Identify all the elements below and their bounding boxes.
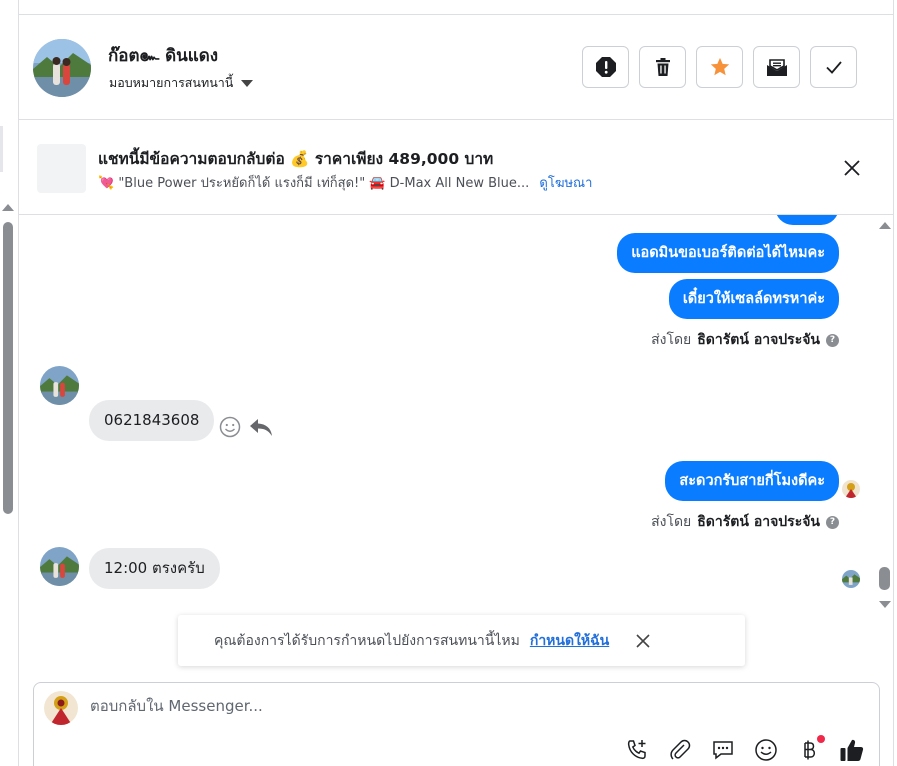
phone-plus-icon <box>627 740 646 760</box>
chat-scrollbar[interactable] <box>878 215 893 612</box>
right-panel-edge <box>893 0 897 766</box>
done-button[interactable] <box>810 46 857 88</box>
close-icon[interactable] <box>841 157 863 179</box>
scroll-thumb[interactable] <box>879 567 890 590</box>
panel-notch <box>0 126 3 172</box>
view-ad-link[interactable]: ดูโฆษณา <box>539 176 592 191</box>
paperclip-icon <box>670 739 691 760</box>
star-button[interactable] <box>696 46 743 88</box>
ad-context-banner: แชทนี้มีข้อความตอบกลับต่อ 💰 ราคาเพียง 48… <box>19 121 893 215</box>
left-scrollbar[interactable] <box>3 222 13 514</box>
sent-by-line: ส่งโดย ธิดารัตน์ อาจประจัน ? <box>651 511 839 533</box>
payment-button[interactable] <box>796 735 825 763</box>
trash-icon <box>655 58 670 76</box>
scroll-up-arrow[interactable] <box>2 204 14 211</box>
emoji-button[interactable] <box>753 737 779 763</box>
caret-down-icon <box>241 79 254 87</box>
message-actions <box>219 416 273 438</box>
close-icon[interactable] <box>635 633 651 649</box>
conversation-header: ก๊อต๛ ดินแดง มอบหมายการสนทนานี้ <box>19 15 893 120</box>
assignment-prompt: คุณต้องการได้รับการกำหนดไปยังการสนทนานี้… <box>178 615 745 666</box>
help-icon[interactable]: ? <box>826 515 839 529</box>
message-bubble-outgoing[interactable]: เดี๋ยวให้เซลล์ดทรหาค่ะ <box>668 279 839 319</box>
spam-button[interactable] <box>582 46 629 88</box>
scroll-down-arrow[interactable] <box>879 601 891 608</box>
message-bubble-cutoff <box>775 215 839 225</box>
sent-by-prefix: ส่งโดย <box>651 514 692 530</box>
assign-label: มอบหมายการสนทนานี้ <box>109 75 234 90</box>
message-bubble-outgoing[interactable]: สะดวกรับสายกี่โมงดีคะ <box>665 461 839 501</box>
message-bubble-incoming[interactable]: 12:00 ตรงครับ <box>89 548 220 589</box>
page-avatar <box>44 691 78 725</box>
reply-icon[interactable] <box>249 416 273 438</box>
smiley-icon <box>755 739 777 761</box>
contact-avatar[interactable] <box>33 39 91 97</box>
delete-button[interactable] <box>639 46 686 88</box>
message-bubble-incoming[interactable]: 0621843608 <box>89 400 215 441</box>
attach-button[interactable] <box>667 737 693 763</box>
exclamation-icon <box>595 57 616 77</box>
assign-dropdown[interactable]: มอบหมายการสนทนานี้ <box>109 73 254 93</box>
sent-by-prefix: ส่งโดย <box>651 332 692 348</box>
saved-replies-button[interactable] <box>710 737 736 763</box>
thumbs-up-icon <box>840 739 864 761</box>
contact-name: ก๊อต๛ ดินแดง <box>108 46 219 66</box>
ad-subtitle: 💘 "Blue Power ประหยัดก็ได้ แรงก็มี เท่ก็… <box>98 172 592 193</box>
ad-subtitle-text: 💘 "Blue Power ประหยัดก็ได้ แรงก็มี เท่ก็… <box>98 176 530 191</box>
ad-thumbnail[interactable] <box>37 144 86 193</box>
ad-title: แชทนี้มีข้อความตอบกลับต่อ 💰 ราคาเพียง 48… <box>98 150 494 168</box>
scroll-up-arrow[interactable] <box>879 222 891 229</box>
reply-input[interactable] <box>90 697 790 715</box>
star-icon <box>710 57 729 76</box>
composer-toolbar <box>624 735 865 763</box>
conversation-toolbar <box>582 46 857 88</box>
like-button[interactable] <box>839 737 865 763</box>
checkmark-icon <box>825 61 842 74</box>
assignment-prompt-text: คุณต้องการได้รับการกำหนดไปยังการสนทนานี้… <box>214 632 520 649</box>
read-receipt-avatar <box>842 480 860 498</box>
sent-by-line: ส่งโดย ธิดารัตน์ อาจประจัน ? <box>651 329 839 351</box>
chat-bubble-icon <box>713 741 733 760</box>
mark-unread-button[interactable] <box>753 46 800 88</box>
seen-avatar <box>842 570 860 588</box>
contact-avatar-small[interactable] <box>40 366 79 405</box>
envelope-icon <box>766 59 787 76</box>
contact-avatar-small[interactable] <box>40 547 79 586</box>
sender-name: ธิดารัตน์ อาจประจัน <box>697 514 820 530</box>
notification-dot <box>817 735 825 743</box>
left-panel-edge <box>0 0 19 766</box>
message-bubble-outgoing[interactable]: แอดมินขอเบอร์ติดต่อได้ไหมคะ <box>617 233 839 273</box>
call-button[interactable] <box>624 737 650 763</box>
reply-composer <box>33 682 880 766</box>
message-thread: แอดมินขอเบอร์ติดต่อได้ไหมคะ เดี๋ยวให้เซล… <box>19 215 877 600</box>
sender-name: ธิดารัตน์ อาจประจัน <box>697 332 820 348</box>
help-icon[interactable]: ? <box>826 333 839 347</box>
assign-to-me-link[interactable]: กำหนดให้ฉัน <box>530 630 609 652</box>
smiley-icon[interactable] <box>219 416 241 438</box>
